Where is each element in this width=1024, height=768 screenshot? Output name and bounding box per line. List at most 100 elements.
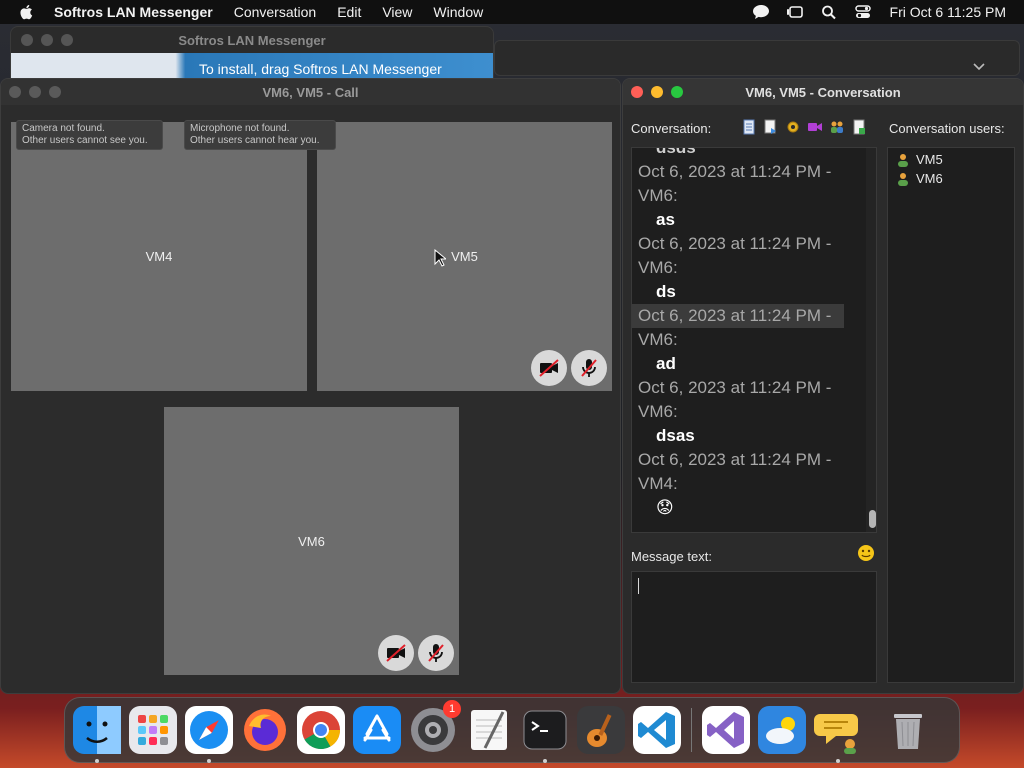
video-tile-vm5[interactable]: VM5 xyxy=(317,122,612,391)
minimize-icon[interactable] xyxy=(651,86,663,98)
message-input[interactable] xyxy=(631,571,877,683)
maximize-icon[interactable] xyxy=(49,86,61,98)
microphone-toggle-button[interactable] xyxy=(418,635,454,671)
message-text: dsas xyxy=(656,426,695,445)
message-text: ds xyxy=(656,282,676,301)
maximize-icon[interactable] xyxy=(671,86,683,98)
user-name: VM6 xyxy=(916,171,943,186)
close-icon[interactable] xyxy=(631,86,643,98)
conversation-titlebar: VM6, VM5 - Conversation xyxy=(623,79,1023,105)
message-text-label: Message text: xyxy=(631,549,712,564)
dock-visual-studio[interactable] xyxy=(702,706,750,754)
microphone-toggle-button[interactable] xyxy=(571,350,607,386)
history-icon[interactable] xyxy=(741,119,757,135)
dock-chrome[interactable] xyxy=(297,706,345,754)
user-item-vm6[interactable]: VM6 xyxy=(888,169,1014,188)
message-text: as xyxy=(656,210,675,229)
camera-not-found-tooltip: Camera not found. Other users cannot see… xyxy=(16,120,163,150)
message-text: dsds xyxy=(656,147,696,157)
user-name: VM5 xyxy=(916,152,943,167)
tooltip-line: Camera not found. xyxy=(22,123,105,134)
scrollbar-thumb[interactable] xyxy=(869,510,876,528)
call-window-controls xyxy=(9,86,61,98)
background-window xyxy=(494,40,1020,76)
spotlight-search-icon[interactable] xyxy=(820,4,838,20)
dock-weather[interactable] xyxy=(758,706,806,754)
close-icon[interactable] xyxy=(21,34,33,46)
microphone-not-found-tooltip: Microphone not found. Other users cannot… xyxy=(184,120,336,150)
video-tile-label: VM4 xyxy=(145,249,173,264)
apple-icon[interactable] xyxy=(18,3,36,21)
dock-textedit[interactable] xyxy=(465,706,513,754)
message-sender: VM6: xyxy=(638,402,678,421)
installer-banner-text: To install, drag Softros LAN Messenger xyxy=(199,61,442,77)
installer-window-controls xyxy=(21,34,73,46)
camera-toggle-button[interactable] xyxy=(531,350,567,386)
camera-off-icon xyxy=(539,359,559,377)
menu-window[interactable]: Window xyxy=(433,4,483,20)
menu-view[interactable]: View xyxy=(382,4,412,20)
call-window: VM6, VM5 - Call VM4 VM5 VM6 Camera not f… xyxy=(0,78,621,694)
dock-softros-lan-messenger[interactable] xyxy=(814,706,862,763)
garageband-icon xyxy=(577,706,625,754)
user-item-vm5[interactable]: VM5 xyxy=(888,150,1014,169)
emoji-picker-icon[interactable] xyxy=(857,544,875,562)
chevron-down-icon[interactable] xyxy=(973,63,985,71)
message-sender: VM6: xyxy=(638,186,678,205)
dock-vscode[interactable] xyxy=(633,706,681,754)
minimize-icon[interactable] xyxy=(41,34,53,46)
dock-finder[interactable] xyxy=(73,706,121,763)
messages-status-icon[interactable] xyxy=(752,4,770,20)
conversation-history[interactable]: dsds Oct 6, 2023 at 11:24 PM - VM6: as O… xyxy=(631,147,877,533)
terminal-icon xyxy=(523,710,567,750)
dock-system-settings[interactable]: 1 xyxy=(409,700,461,754)
vscode-icon xyxy=(633,706,681,754)
dock-launchpad[interactable] xyxy=(129,706,177,754)
conversation-label: Conversation: xyxy=(631,121,712,136)
close-icon[interactable] xyxy=(9,86,21,98)
tooltip-line: Microphone not found. xyxy=(190,123,290,134)
installer-titlebar: Softros LAN Messenger xyxy=(11,27,493,53)
running-indicator xyxy=(836,759,840,763)
send-file-icon[interactable] xyxy=(763,119,779,135)
menu-conversation[interactable]: Conversation xyxy=(234,4,317,20)
weather-icon xyxy=(758,706,806,754)
message-sender: VM4: xyxy=(638,474,678,493)
maximize-icon[interactable] xyxy=(61,34,73,46)
message-header: Oct 6, 2023 at 11:24 PM - xyxy=(638,234,832,253)
camera-toggle-button[interactable] xyxy=(378,635,414,671)
history-scrollbar[interactable] xyxy=(866,148,876,532)
messenger-icon xyxy=(814,714,858,754)
message-header: Oct 6, 2023 at 11:24 PM - xyxy=(638,378,832,397)
dock-garageband[interactable] xyxy=(577,706,625,754)
export-icon[interactable] xyxy=(851,119,867,135)
finder-icon xyxy=(73,706,121,754)
video-tile-vm6[interactable]: VM6 xyxy=(164,407,459,675)
chrome-icon xyxy=(297,706,345,754)
dock-terminal[interactable] xyxy=(521,706,569,763)
call-titlebar: VM6, VM5 - Call xyxy=(1,79,620,105)
conversation-toolbar xyxy=(741,119,867,135)
menu-app-name[interactable]: Softros LAN Messenger xyxy=(54,4,213,20)
message-header-selected: Oct 6, 2023 at 11:24 PM - xyxy=(632,304,844,328)
stage-manager-icon[interactable] xyxy=(786,4,804,20)
menu-bar: Softros LAN Messenger Conversation Edit … xyxy=(0,0,1024,24)
dock-trash[interactable] xyxy=(884,706,932,754)
control-center-icon[interactable] xyxy=(854,4,872,20)
dock-safari[interactable] xyxy=(185,706,233,763)
dock-firefox[interactable] xyxy=(241,706,289,754)
video-call-icon[interactable] xyxy=(807,119,823,135)
dock-app-store[interactable] xyxy=(353,706,401,754)
microphone-off-icon xyxy=(428,644,444,662)
mouse-cursor-icon xyxy=(434,249,446,267)
tooltip-line: Other users cannot hear you. xyxy=(190,135,320,146)
minimize-icon[interactable] xyxy=(29,86,41,98)
message-sender: VM6: xyxy=(638,258,678,277)
settings-gear-icon[interactable] xyxy=(785,119,801,135)
textedit-icon xyxy=(471,710,507,750)
video-tile-vm4[interactable]: VM4 xyxy=(11,122,307,391)
menu-clock[interactable]: Fri Oct 6 11:25 PM xyxy=(890,4,1006,20)
conversation-users-list: VM5 VM6 xyxy=(887,147,1015,683)
add-users-icon[interactable] xyxy=(829,119,845,135)
menu-edit[interactable]: Edit xyxy=(337,4,361,20)
